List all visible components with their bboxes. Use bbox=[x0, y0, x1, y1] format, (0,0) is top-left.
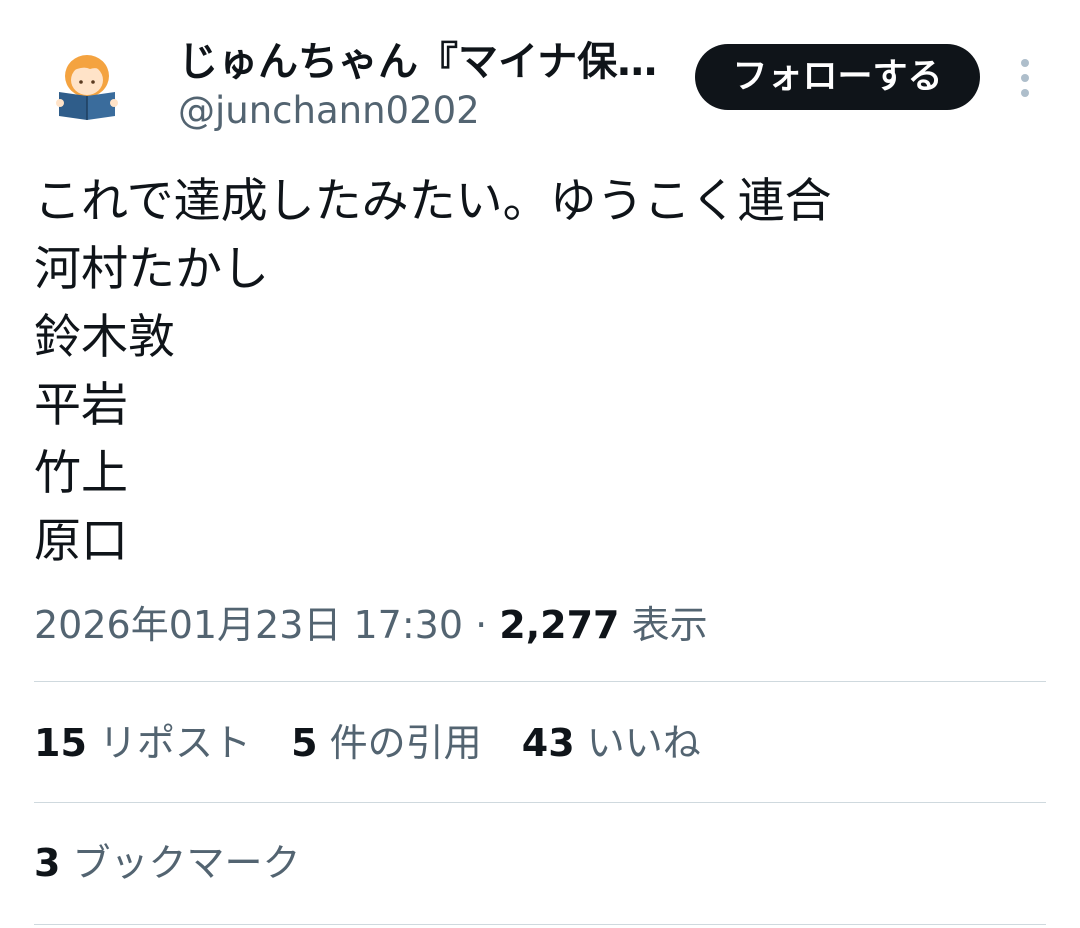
views-label: 表示 bbox=[631, 603, 708, 647]
author-display-name[interactable]: じゅんちゃん『マイナ保… bbox=[178, 38, 678, 86]
bookmarks-stat[interactable]: 3 ブックマーク bbox=[34, 838, 301, 888]
timestamp[interactable]: 2026年01月23日 17:30 bbox=[34, 603, 463, 647]
quotes-stat[interactable]: 5 件の引用 bbox=[291, 718, 482, 768]
divider bbox=[34, 802, 1046, 803]
likes-count: 43 bbox=[521, 721, 575, 765]
tweet-line: これで達成したみたい。ゆうこく連合 bbox=[34, 174, 832, 229]
tweet-text: これで達成したみたい。ゆうこく連合 河村たかし 鈴木敦 平岩 竹上 原口 bbox=[34, 168, 832, 576]
bookmarks-count: 3 bbox=[34, 841, 61, 885]
divider bbox=[34, 681, 1046, 682]
views-count: 2,277 bbox=[499, 603, 620, 647]
follow-button[interactable]: フォローする bbox=[695, 44, 980, 110]
bookmarks-label: ブックマーク bbox=[72, 841, 301, 885]
tweet-line: 鈴木敦 bbox=[34, 310, 175, 365]
quotes-count: 5 bbox=[291, 721, 318, 765]
tweet-line: 平岩 bbox=[34, 378, 128, 433]
reposts-label: リポスト bbox=[98, 721, 251, 765]
reading-person-avatar-icon bbox=[40, 40, 134, 134]
reposts-count: 15 bbox=[34, 721, 87, 765]
avatar[interactable] bbox=[40, 40, 134, 134]
tweet-line: 原口 bbox=[34, 514, 128, 569]
tweet-meta: 2026年01月23日 17:30 · 2,277 表示 bbox=[34, 600, 708, 650]
divider bbox=[34, 924, 1046, 925]
likes-label: いいね bbox=[586, 721, 701, 765]
more-options-button[interactable] bbox=[1006, 55, 1044, 101]
quotes-label: 件の引用 bbox=[329, 721, 482, 765]
meta-separator: · bbox=[475, 603, 488, 647]
author-handle[interactable]: @junchann0202 bbox=[178, 88, 480, 134]
likes-stat[interactable]: 43 いいね bbox=[522, 718, 701, 768]
reposts-stat[interactable]: 15 リポスト bbox=[34, 718, 251, 768]
engagement-stats: 15 リポスト 5 件の引用 43 いいね bbox=[34, 718, 729, 768]
tweet-line: 竹上 bbox=[34, 446, 128, 501]
tweet-line: 河村たかし bbox=[34, 242, 269, 297]
